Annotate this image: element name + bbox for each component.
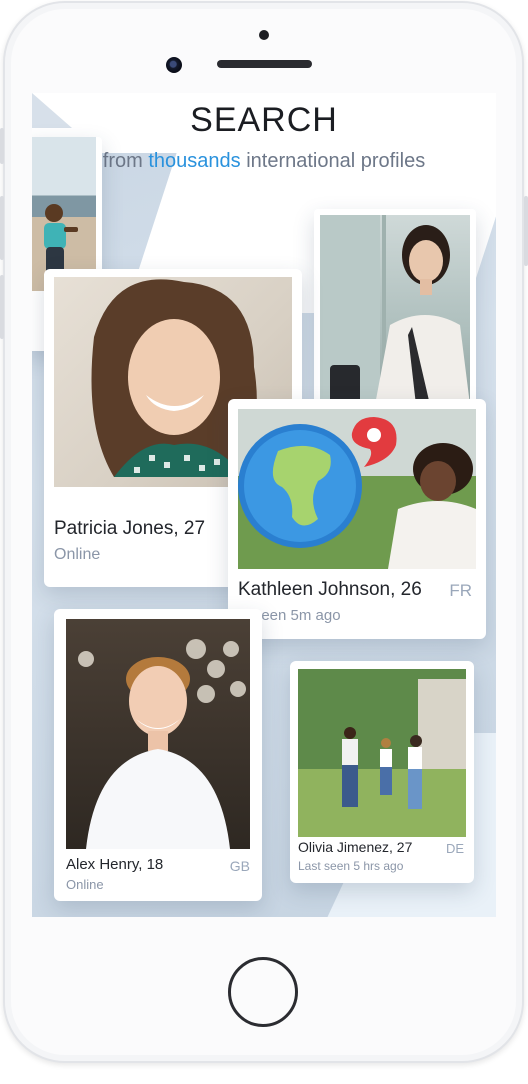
earpiece-speaker bbox=[217, 60, 312, 68]
page-title: SEARCH bbox=[190, 101, 338, 139]
subtitle-text: international profiles bbox=[240, 150, 426, 172]
volume-up-button bbox=[0, 196, 4, 260]
family-figures bbox=[298, 669, 466, 837]
profile-photo bbox=[32, 137, 96, 291]
profile-photo bbox=[320, 215, 470, 405]
subtitle-accent: thousands bbox=[148, 150, 241, 172]
profile-photo bbox=[238, 409, 476, 569]
profile-status: Online bbox=[66, 877, 104, 892]
profile-card[interactable]: Olivia Jimenez, 27 Last seen 5 hrs ago D… bbox=[290, 661, 474, 883]
profile-country: FR bbox=[449, 581, 472, 600]
profile-photo bbox=[66, 619, 250, 849]
profile-name: Kathleen Johnson, 26 bbox=[238, 579, 422, 600]
profile-photo bbox=[298, 669, 466, 837]
profile-card[interactable]: Alex Henry, 18 Online GB bbox=[54, 609, 262, 901]
subtitle-text: from bbox=[102, 150, 149, 172]
person-figure bbox=[320, 215, 470, 405]
app-screen: SEARCH from thousands international prof… bbox=[32, 93, 496, 917]
profile-name: Alex Henry, 18 bbox=[66, 856, 164, 873]
profile-card[interactable]: Kathleen Johnson, 26 st seen 5m ago FR bbox=[228, 399, 486, 639]
profile-country: GB bbox=[229, 858, 250, 874]
front-camera bbox=[166, 57, 182, 73]
side-button bbox=[0, 128, 4, 164]
profile-status: Online bbox=[54, 546, 101, 563]
profile-status: Last seen 5 hrs ago bbox=[298, 859, 404, 873]
power-button bbox=[524, 196, 528, 266]
location-pin-icon bbox=[351, 417, 397, 467]
home-button[interactable] bbox=[228, 957, 298, 1027]
profile-name: Olivia Jimenez, 27 bbox=[298, 839, 413, 855]
profile-card-partial[interactable] bbox=[314, 209, 476, 411]
person-figure bbox=[78, 639, 246, 849]
profile-name: Patricia Jones, 27 bbox=[54, 518, 206, 539]
profile-country: DE bbox=[445, 841, 464, 856]
front-sensor bbox=[259, 30, 269, 40]
volume-down-button bbox=[0, 275, 4, 339]
